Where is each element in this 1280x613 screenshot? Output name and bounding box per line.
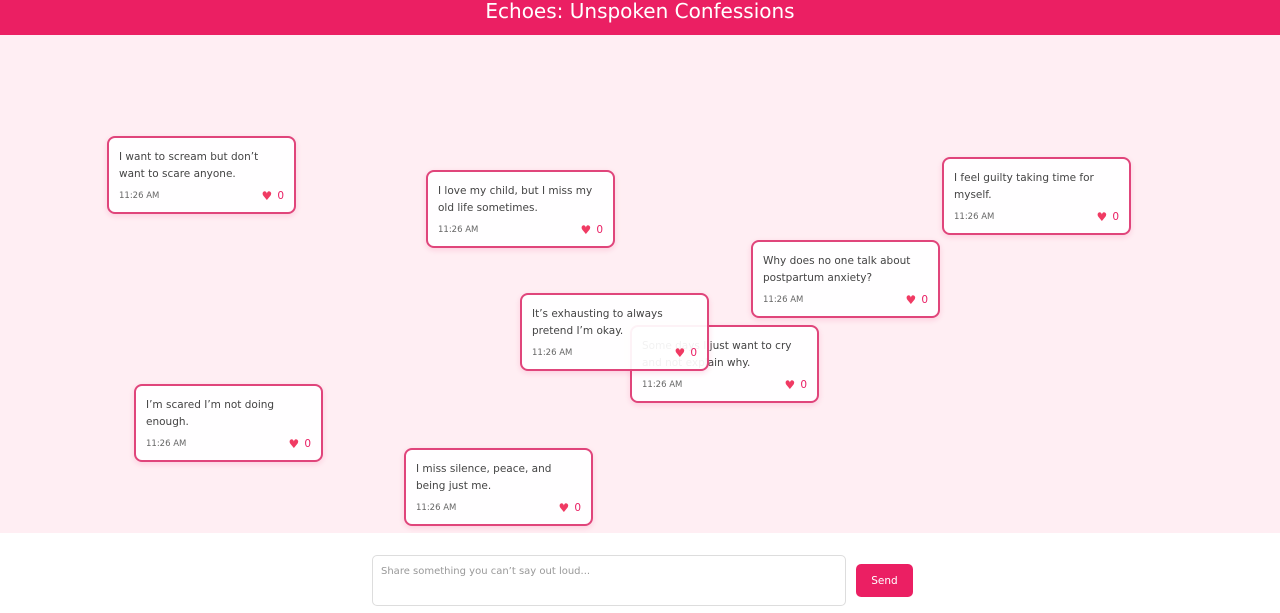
confession-text: Why does no one talk about postpartum an… <box>763 255 911 284</box>
like-button[interactable]: ♥ 0 <box>262 189 284 203</box>
confession-text: I’m scared I’m not doing enough. <box>146 399 275 428</box>
heart-icon: ♥ <box>288 437 300 451</box>
timestamp: 11:26 AM <box>954 212 995 222</box>
like-count: 0 <box>1112 211 1119 223</box>
confession-card: I miss silence, peace, and being just me… <box>404 448 593 526</box>
confession-text: I feel guilty taking time for myself. <box>954 172 1094 201</box>
like-count: 0 <box>800 379 807 391</box>
like-button[interactable]: ♥ 0 <box>1097 210 1119 224</box>
confession-card: I want to scream but don’t want to scare… <box>107 136 296 214</box>
heart-icon: ♥ <box>261 189 273 203</box>
confession-card: I feel guilty taking time for myself. 11:… <box>942 157 1131 235</box>
heart-icon: ♥ <box>784 378 796 392</box>
timestamp: 11:26 AM <box>532 348 573 358</box>
like-button[interactable]: ♥ 0 <box>785 378 807 392</box>
like-button[interactable]: ♥ 0 <box>675 346 697 360</box>
like-count: 0 <box>921 294 928 306</box>
confession-text: I want to scream but don’t want to scare… <box>119 151 259 180</box>
confession-wall: I want to scream but don’t want to scare… <box>0 35 1280 533</box>
like-count: 0 <box>596 224 603 236</box>
confession-input[interactable] <box>372 555 846 606</box>
heart-icon: ♥ <box>558 501 570 515</box>
like-count: 0 <box>574 502 581 514</box>
heart-icon: ♥ <box>674 346 686 360</box>
like-count: 0 <box>304 438 311 450</box>
timestamp: 11:26 AM <box>438 225 479 235</box>
like-count: 0 <box>690 347 697 359</box>
confession-card: I’m scared I’m not doing enough. 11:26 AM… <box>134 384 323 462</box>
confession-text: I miss silence, peace, and being just me… <box>416 463 552 492</box>
confession-text: I love my child, but I miss my old life … <box>438 185 593 214</box>
composer: Send <box>0 533 1280 613</box>
timestamp: 11:26 AM <box>146 439 187 449</box>
confession-card: I love my child, but I miss my old life … <box>426 170 615 248</box>
page-title: Echoes: Unspoken Confessions <box>485 0 795 23</box>
confession-text: It’s exhausting to always pretend I’m ok… <box>532 308 663 337</box>
confession-card: Why does no one talk about postpartum an… <box>751 240 940 318</box>
app-header: Echoes: Unspoken Confessions <box>0 0 1280 35</box>
like-button[interactable]: ♥ 0 <box>289 437 311 451</box>
timestamp: 11:26 AM <box>642 380 683 390</box>
timestamp: 11:26 AM <box>119 191 160 201</box>
heart-icon: ♥ <box>580 223 592 237</box>
confession-card: It’s exhausting to always pretend I’m ok… <box>520 293 709 371</box>
like-button[interactable]: ♥ 0 <box>581 223 603 237</box>
timestamp: 11:26 AM <box>416 503 457 513</box>
like-button[interactable]: ♥ 0 <box>906 293 928 307</box>
like-count: 0 <box>277 190 284 202</box>
heart-icon: ♥ <box>1096 210 1108 224</box>
heart-icon: ♥ <box>905 293 917 307</box>
send-button[interactable]: Send <box>856 564 913 597</box>
like-button[interactable]: ♥ 0 <box>559 501 581 515</box>
timestamp: 11:26 AM <box>763 295 804 305</box>
